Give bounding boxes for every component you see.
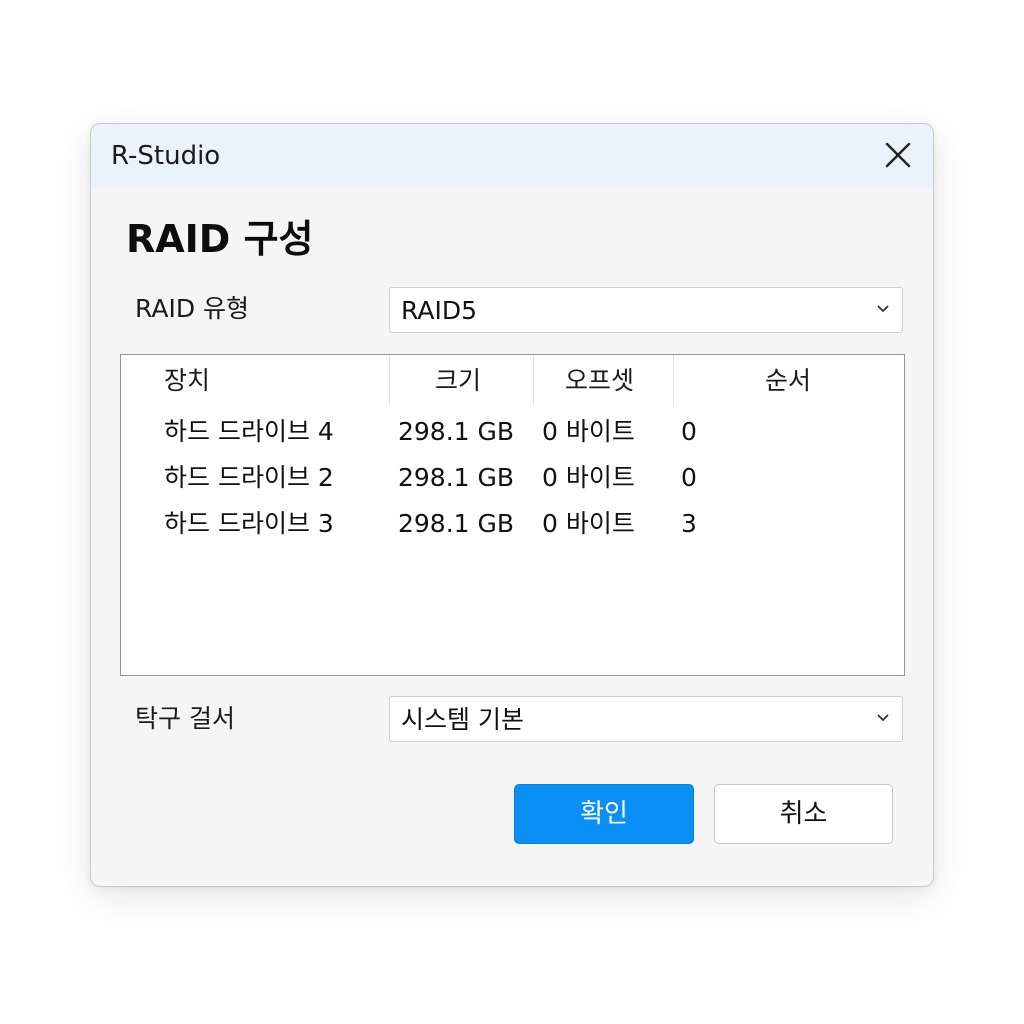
column-header-size[interactable]: 크기 (435, 363, 481, 407)
dialog-heading: RAID 구성 (126, 217, 314, 261)
window-title: R-Studio (111, 141, 221, 171)
close-button[interactable] (881, 138, 915, 172)
title-bar: R-Studio (91, 124, 933, 188)
chevron-down-icon (877, 714, 889, 722)
table-row-device[interactable]: 하드 드라이브 4 (164, 417, 334, 447)
raid-config-dialog: R-Studio RAID 구성 RAID 유형 RAID5 장치 크기 오프셋… (90, 123, 934, 887)
table-row-order[interactable]: 0 (681, 463, 697, 493)
column-header-order[interactable]: 순서 (765, 363, 811, 407)
table-row-device[interactable]: 하드 드라이브 2 (164, 463, 334, 493)
column-divider[interactable] (389, 355, 390, 405)
raid-type-select[interactable]: RAID5 (389, 287, 903, 333)
separator-label: 탁구 걸서 (135, 704, 235, 733)
table-row-size[interactable]: 298.1 GB (398, 463, 514, 493)
table-row-size[interactable]: 298.1 GB (398, 509, 514, 539)
column-header-device[interactable]: 장치 (164, 363, 210, 407)
table-row-offset[interactable]: 0 바이트 (542, 463, 635, 493)
raid-type-value: RAID5 (401, 296, 477, 325)
ok-button[interactable]: 확인 (514, 784, 694, 844)
table-row-offset[interactable]: 0 바이트 (542, 509, 635, 539)
separator-value: 시스템 기본 (401, 705, 524, 734)
device-table: 장치 크기 오프셋 순서 하드 드라이브 4 298.1 GB 0 바이트 0 … (120, 354, 905, 676)
cancel-button[interactable]: 취소 (714, 784, 893, 844)
column-divider[interactable] (673, 355, 674, 405)
chevron-down-icon (877, 305, 889, 313)
table-row-device[interactable]: 하드 드라이브 3 (164, 509, 334, 539)
table-row-order[interactable]: 3 (681, 509, 697, 539)
table-row-order[interactable]: 0 (681, 417, 697, 447)
column-divider[interactable] (533, 355, 534, 405)
separator-select[interactable]: 시스템 기본 (389, 696, 903, 742)
raid-type-label: RAID 유형 (135, 294, 250, 323)
table-row-size[interactable]: 298.1 GB (398, 417, 514, 447)
table-row-offset[interactable]: 0 바이트 (542, 417, 635, 447)
close-icon (885, 142, 911, 168)
column-header-offset[interactable]: 오프셋 (565, 363, 634, 407)
